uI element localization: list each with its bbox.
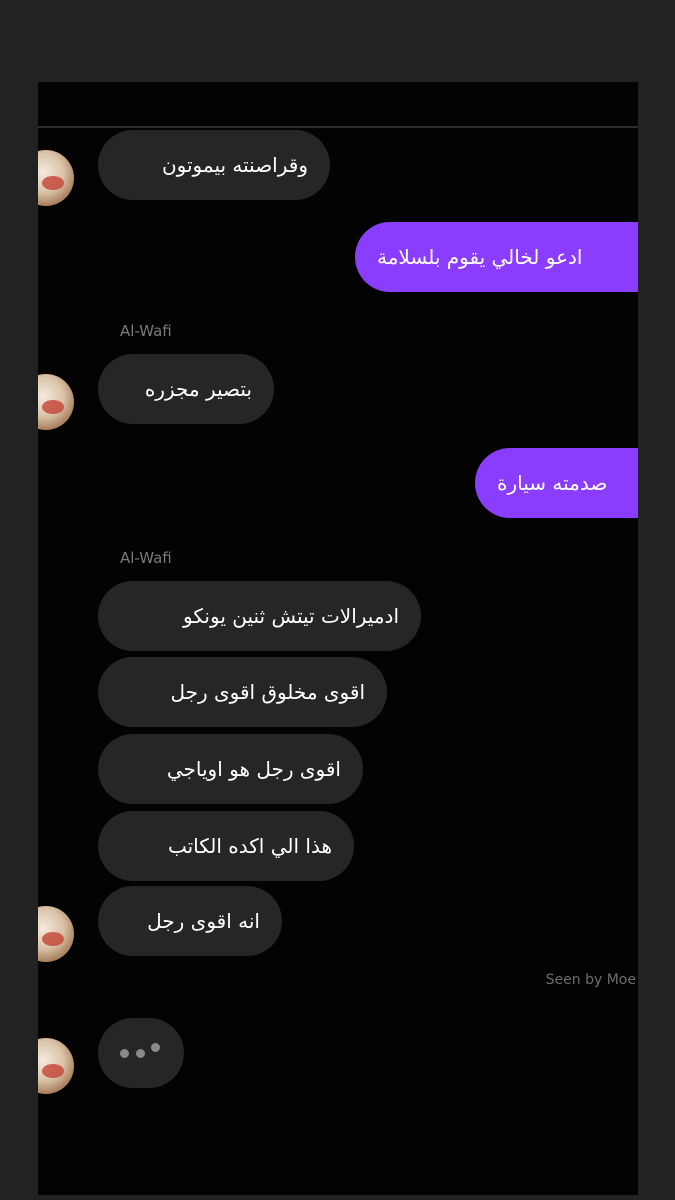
chat-screen: وقراصنته بيموتون ادعو لخالي يقوم بلسلامة… (38, 82, 638, 1195)
typing-dot-icon (151, 1043, 160, 1052)
avatar[interactable] (38, 906, 74, 962)
header-divider (38, 126, 638, 128)
avatar[interactable] (38, 150, 74, 206)
typing-dot-icon (120, 1049, 129, 1058)
incoming-message-bubble[interactable]: بتصير مجزره (98, 354, 274, 424)
incoming-message-bubble[interactable]: اقوى رجل هو اوياجي (98, 734, 363, 804)
incoming-message-bubble[interactable]: انه اقوى رجل (98, 886, 282, 956)
seen-status: Seen by Moe (545, 972, 636, 988)
avatar[interactable] (38, 374, 74, 430)
sender-name: Al-Wafi (120, 322, 172, 340)
avatar[interactable] (38, 1038, 74, 1094)
outgoing-message-bubble[interactable]: صدمته سيارة (475, 448, 638, 518)
incoming-message-bubble[interactable]: وقراصنته بيموتون (98, 130, 330, 200)
incoming-message-bubble[interactable]: ادميرالات تيتش ثنين يونكو (98, 581, 421, 651)
incoming-message-bubble[interactable]: اقوى مخلوق اقوى رجل (98, 657, 387, 727)
typing-indicator (98, 1018, 184, 1088)
sender-name: Al-Wafi (120, 549, 172, 567)
incoming-message-bubble[interactable]: هذا الي اكده الكاتب (98, 811, 354, 881)
outgoing-message-bubble[interactable]: ادعو لخالي يقوم بلسلامة (355, 222, 638, 292)
typing-dot-icon (136, 1049, 145, 1058)
